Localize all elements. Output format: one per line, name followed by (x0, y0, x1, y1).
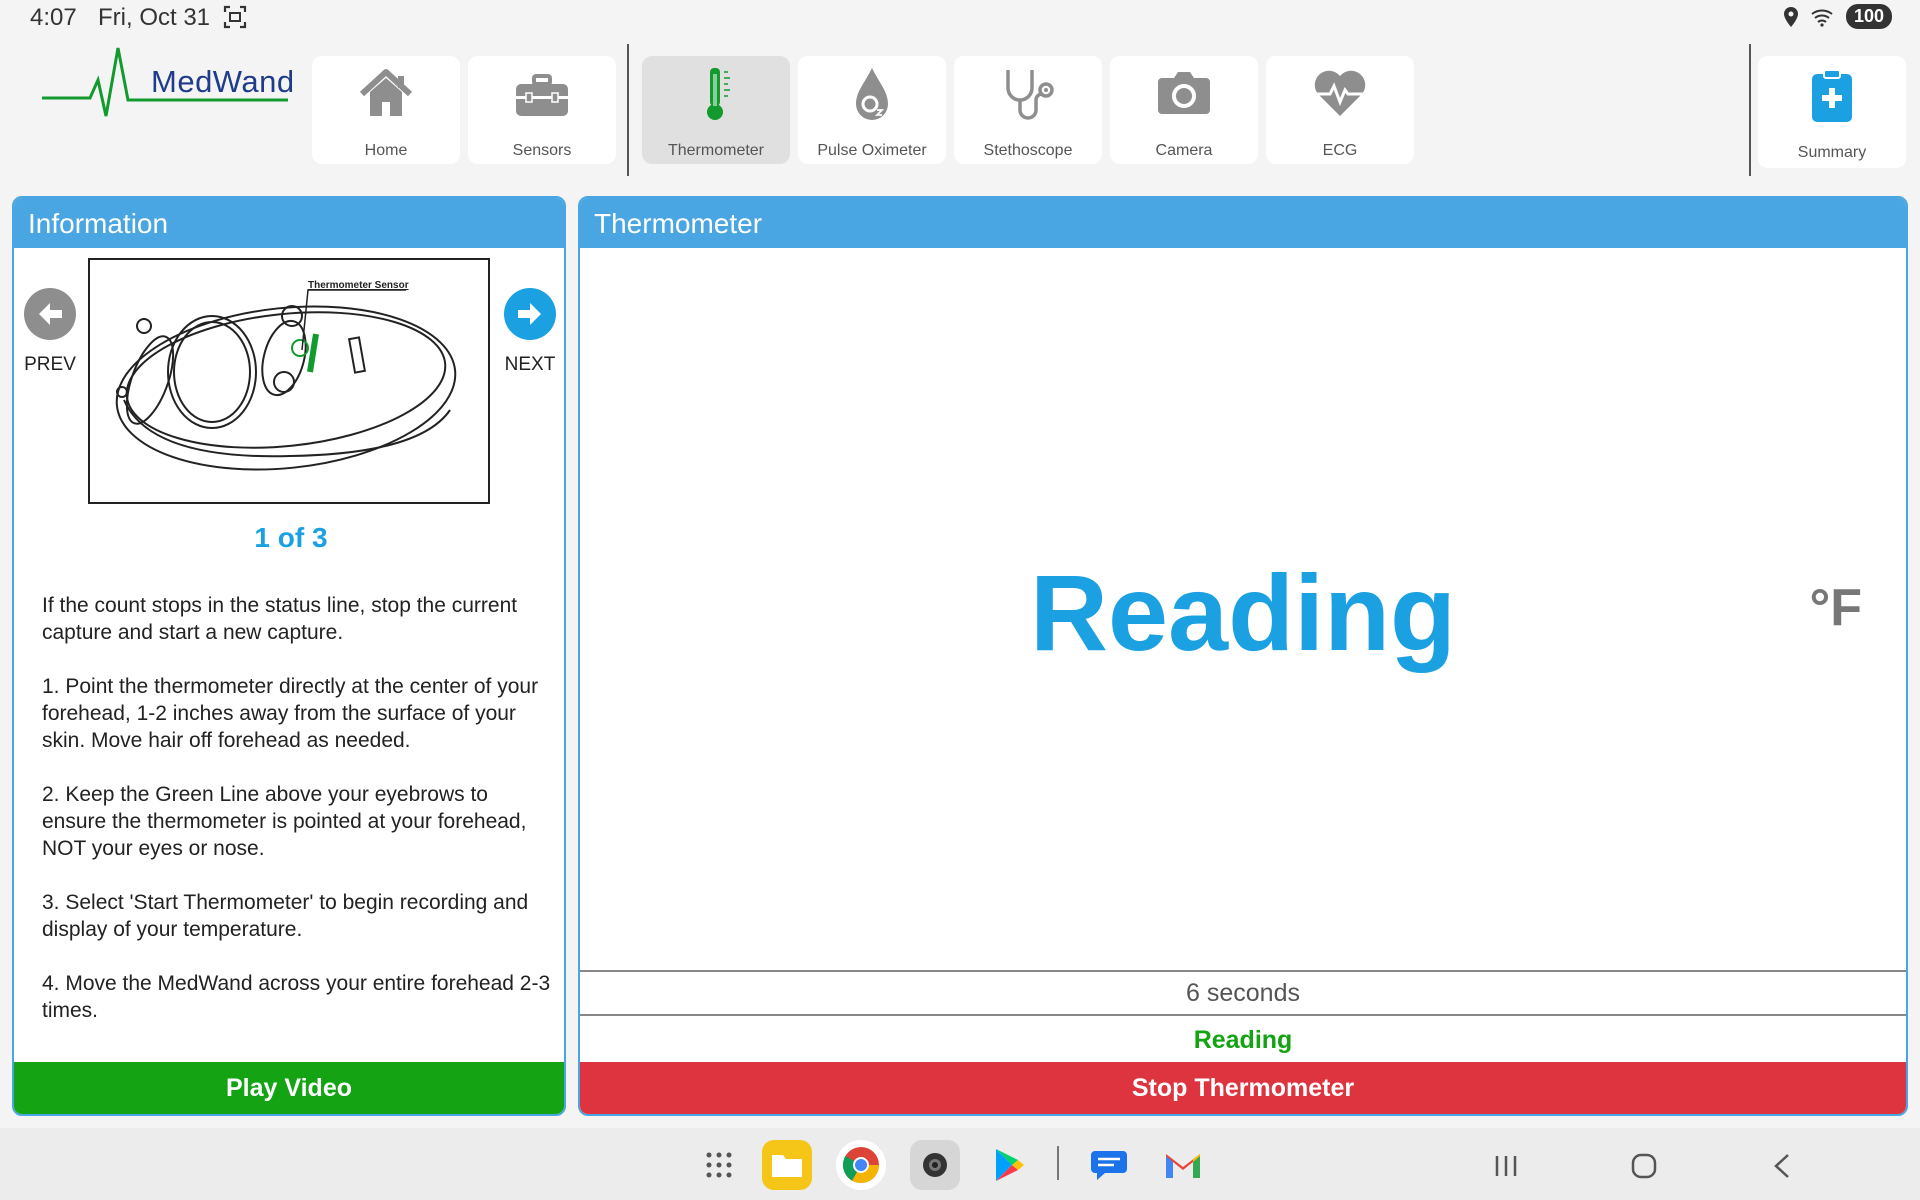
camera-icon (1158, 72, 1210, 114)
top-navigation: MedWand Home Sensors Thermometer Pulse O… (0, 36, 1920, 184)
battery-indicator: 100 (1845, 4, 1892, 29)
nav-label: Camera (1155, 142, 1213, 159)
prev-label: PREV (24, 354, 76, 375)
prev-button[interactable]: PREV (20, 288, 80, 388)
toolbox-icon (516, 74, 568, 116)
status-bar: 4:07 Fri, Oct 31 100 (0, 0, 1920, 36)
panel-title: Thermometer (580, 198, 1906, 248)
panel-title: Information (14, 198, 564, 248)
thermometer-icon (707, 68, 730, 120)
nav-home[interactable]: Home (312, 56, 460, 164)
back-nav-icon[interactable] (1764, 1148, 1800, 1184)
instructions-text: If the count stops in the status line, s… (42, 592, 552, 1051)
oxygen-drop-icon (856, 68, 888, 120)
nav-divider (627, 44, 629, 176)
sensor-diagram: Thermometer Sensor (88, 258, 490, 504)
nav-label: Summary (1797, 144, 1867, 161)
stethoscope-icon (1006, 70, 1054, 120)
thermometer-panel: Thermometer Reading °F 6 seconds Reading… (578, 196, 1908, 1116)
instruction-step: 4. Move the MedWand across your entire f… (42, 972, 551, 1022)
page-indicator: 1 of 3 (254, 522, 328, 553)
capture-status: Reading (1193, 1026, 1293, 1054)
next-label: NEXT (504, 354, 556, 375)
nav-label: Home (364, 142, 408, 159)
nav-ecg[interactable]: ECG (1266, 56, 1414, 164)
wifi-icon (1811, 9, 1833, 27)
location-icon (1783, 6, 1798, 27)
instruction-step: 3. Select 'Start Thermometer' to begin r… (42, 891, 529, 941)
arrow-right-icon (504, 288, 556, 340)
instruction-step: 2. Keep the Green Line above your eyebro… (42, 783, 527, 860)
next-button[interactable]: NEXT (500, 288, 560, 388)
messages-app-icon[interactable] (1084, 1140, 1134, 1190)
information-panel: Information PREV Thermometer Sensor NEXT… (12, 196, 566, 1116)
temperature-reading: Reading (1029, 552, 1457, 673)
arrow-left-icon (24, 288, 76, 340)
home-icon (359, 69, 413, 116)
nav-pulse-oximeter[interactable]: Pulse Oximeter (798, 56, 946, 164)
status-time: 4:07 (30, 4, 77, 31)
nav-summary[interactable]: Summary (1758, 56, 1906, 168)
brand-name: MedWand (151, 64, 295, 99)
clipboard-plus-icon (1812, 69, 1852, 122)
heart-pulse-icon (1314, 70, 1366, 116)
nav-divider (1749, 44, 1751, 176)
stop-thermometer-button[interactable]: Stop Thermometer (580, 1062, 1906, 1114)
nav-label: Thermometer (667, 142, 765, 159)
status-right: 100 (1782, 4, 1892, 29)
temperature-unit: °F (1809, 579, 1862, 637)
app-drawer-icon[interactable] (694, 1140, 744, 1190)
dock-divider (1057, 1146, 1059, 1180)
nav-label: ECG (1322, 142, 1358, 159)
nav-thermometer[interactable]: Thermometer (642, 56, 790, 164)
status-date: Fri, Oct 31 (98, 4, 211, 31)
nav-stethoscope[interactable]: Stethoscope (954, 56, 1102, 164)
chrome-app-icon[interactable] (836, 1140, 886, 1190)
nav-camera[interactable]: Camera (1110, 56, 1258, 164)
nav-sensors[interactable]: Sensors (468, 56, 616, 164)
medwand-logo: MedWand (38, 44, 294, 124)
system-taskbar (0, 1128, 1920, 1200)
gmail-app-icon[interactable] (1158, 1140, 1208, 1190)
files-app-icon[interactable] (762, 1140, 812, 1190)
nav-label: Stethoscope (983, 142, 1073, 159)
nav-label: Pulse Oximeter (817, 142, 927, 159)
elapsed-seconds: 6 seconds (580, 970, 1906, 1016)
instruction-paragraph: If the count stops in the status line, s… (42, 594, 518, 644)
medwand-device-illustration: Thermometer Sensor (115, 280, 457, 471)
instruction-step: 1. Point the thermometer directly at the… (42, 675, 539, 752)
nav-label: Sensors (512, 142, 572, 159)
home-nav-icon[interactable] (1626, 1148, 1662, 1184)
recent-apps-icon[interactable] (1488, 1148, 1524, 1184)
play-store-icon[interactable] (984, 1140, 1034, 1190)
play-video-button[interactable]: Play Video (14, 1062, 564, 1114)
camera-app-icon[interactable] (910, 1140, 960, 1190)
sensor-callout-label: Thermometer Sensor (308, 280, 409, 291)
screenshot-icon (223, 5, 247, 29)
